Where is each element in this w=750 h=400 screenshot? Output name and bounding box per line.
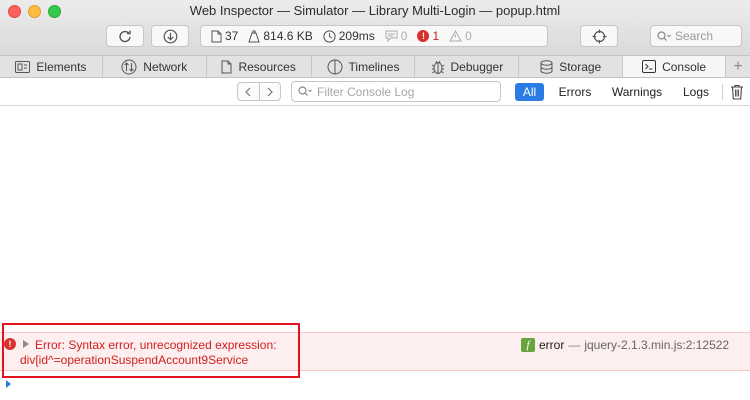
reload-button[interactable] [106,25,144,47]
filter-logs-button[interactable]: Logs [679,83,713,101]
divider [722,84,723,100]
debugger-icon [431,59,445,75]
source-separator: — [568,338,581,352]
load-time[interactable]: 209ms [323,29,375,43]
filter-warnings-button[interactable]: Warnings [609,83,665,101]
warning-icon [449,30,462,42]
previous-message-button[interactable] [238,83,259,100]
error-source[interactable]: error — jquery-2.1.3.min.js:2:12522 [539,338,729,352]
elements-icon [15,60,31,73]
network-icon [121,59,137,75]
resources-icon [221,60,232,74]
filter-placeholder: Filter Console Log [317,84,415,99]
search-icon [657,30,671,41]
window-title: Web Inspector — Simulator — Library Mult… [189,3,561,18]
tab-resources[interactable]: Resources [207,56,312,77]
title-bar: Web Inspector — Simulator — Library Mult… [0,0,750,56]
warnings-count[interactable]: 0 [449,29,472,43]
function-icon: f [521,338,535,352]
highlight-box [2,323,300,378]
log-bubble-icon [385,30,398,42]
plus-icon: + [733,57,743,75]
chevron-left-icon [245,87,251,96]
filter-all-button[interactable]: All [515,83,544,101]
next-message-button[interactable] [258,83,281,100]
weight-icon [248,29,261,43]
chevron-right-icon [267,87,273,96]
tab-network[interactable]: Network [103,56,207,77]
function-name: error [539,338,565,352]
new-tab-button[interactable]: + [726,56,750,77]
timelines-icon [327,59,343,75]
reload-icon [119,30,131,43]
dashboard-stats: 37 814.6 KB 209ms 0 ! 1 0 [200,25,548,47]
console-prompt-icon[interactable] [6,380,11,388]
document-icon [211,30,222,43]
download-icon [163,29,177,43]
console-icon [642,60,657,73]
search-placeholder: Search [675,29,714,43]
download-button[interactable] [151,25,189,47]
error-icon: ! [417,30,430,42]
clear-log-button[interactable] [730,84,744,100]
resources-count[interactable]: 37 [211,29,238,43]
source-location-link[interactable]: jquery-2.1.3.min.js:2:12522 [584,338,729,352]
tab-debugger[interactable]: Debugger [415,56,520,77]
filter-search-icon [298,86,312,96]
errors-count[interactable]: ! 1 [417,29,439,43]
transfer-size[interactable]: 814.6 KB [248,29,313,43]
crosshair-icon [592,29,606,43]
tab-storage[interactable]: Storage [519,56,624,77]
message-navigation [237,82,281,101]
search-field[interactable]: Search [650,25,742,47]
tab-bar: Elements Network Resources Timelines Deb… [0,56,750,78]
inspect-element-button[interactable] [580,25,618,47]
console-filter-bar: Filter Console Log All Errors Warnings L… [0,78,750,106]
filter-console-input[interactable]: Filter Console Log [291,81,501,102]
storage-icon [540,59,553,74]
clock-icon [323,29,336,43]
tab-elements[interactable]: Elements [0,56,103,77]
filter-errors-button[interactable]: Errors [554,83,596,101]
tab-console[interactable]: Console [623,56,727,77]
tab-timelines[interactable]: Timelines [312,56,416,77]
trash-icon [731,84,743,100]
logs-count[interactable]: 0 [385,29,407,43]
